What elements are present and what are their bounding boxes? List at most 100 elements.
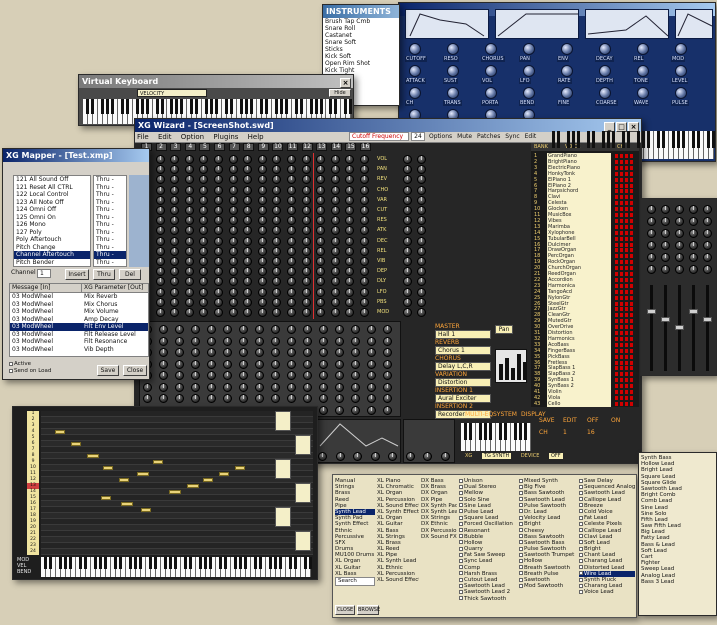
browser-item-checkbox[interactable]: [459, 534, 463, 539]
channel-knob[interactable]: [272, 226, 282, 236]
mixer-knob[interactable]: [661, 265, 670, 274]
channel-knob[interactable]: [257, 185, 267, 195]
effect-knob[interactable]: [335, 371, 344, 380]
mixer-knob[interactable]: [647, 205, 656, 214]
browser-item-checkbox[interactable]: [519, 503, 523, 508]
channel-knob[interactable]: [184, 155, 194, 164]
mixer-knob[interactable]: [689, 205, 698, 214]
mixer-knob[interactable]: [675, 229, 684, 238]
channel-knob[interactable]: [170, 185, 180, 195]
effect-knob[interactable]: [223, 336, 232, 346]
instrument-list-item[interactable]: Kick Soft: [323, 53, 399, 60]
channel-knob[interactable]: [170, 216, 180, 226]
effect-knob[interactable]: [319, 405, 328, 415]
channel-number[interactable]: 12: [301, 143, 313, 151]
channel-knob[interactable]: [257, 195, 267, 205]
effect-knob[interactable]: [143, 382, 152, 392]
mixer-fader[interactable]: [675, 325, 684, 330]
midi-note[interactable]: [219, 472, 229, 476]
channel-knob[interactable]: [345, 236, 355, 246]
browser-item-checkbox[interactable]: [519, 490, 523, 495]
browser-item-checkbox[interactable]: [459, 546, 463, 551]
channel-knob[interactable]: [287, 297, 296, 307]
master-knob[interactable]: [403, 236, 412, 246]
channel-knob[interactable]: [155, 267, 165, 277]
message-list-item[interactable]: Channel Aftertouch: [14, 251, 90, 259]
synth-knob[interactable]: [637, 65, 649, 77]
mapping-side-item[interactable]: Thru -: [94, 214, 126, 222]
envelope-knob[interactable]: [370, 452, 380, 461]
mixer-knob[interactable]: [647, 241, 656, 250]
channel-knob[interactable]: [228, 236, 238, 246]
channel-knob[interactable]: [199, 206, 209, 215]
mixer-knob[interactable]: [661, 241, 670, 250]
channel-knob[interactable]: [360, 246, 369, 256]
channel-knob[interactable]: [170, 267, 180, 277]
options-link[interactable]: Options: [429, 133, 452, 140]
channel-knob[interactable]: [214, 297, 223, 307]
control-label[interactable]: 16: [587, 429, 595, 436]
channel-knob[interactable]: [360, 297, 369, 307]
browser-item-checkbox[interactable]: [579, 490, 583, 495]
master-knob[interactable]: [403, 175, 412, 185]
channel-knob[interactable]: [214, 267, 223, 277]
channel-knob[interactable]: [199, 297, 209, 307]
pan-field[interactable]: Pan: [495, 325, 513, 334]
synth-knob[interactable]: [599, 65, 611, 77]
channel-knob[interactable]: [330, 175, 340, 185]
effect-knob[interactable]: [271, 382, 280, 392]
midi-note[interactable]: [235, 466, 245, 470]
channel-knob[interactable]: [155, 287, 165, 297]
channel-knob[interactable]: [272, 175, 282, 185]
instrument-list-item[interactable]: Castanet: [323, 32, 399, 39]
effect-knob[interactable]: [351, 394, 360, 403]
channel-knob[interactable]: [257, 277, 267, 287]
synth-knob[interactable]: [675, 87, 687, 99]
synth-knob[interactable]: [675, 65, 687, 77]
channel-knob[interactable]: [257, 236, 267, 246]
mapping-side-item[interactable]: Thru -: [94, 206, 126, 214]
mapping-grid-row[interactable]: 03 ModWheel Filt Release Level: [10, 331, 148, 339]
track-label[interactable]: 24: [27, 549, 39, 555]
channel-knob[interactable]: [360, 236, 369, 246]
mapping-grid-row[interactable]: 03 ModWheel Mix Chorus: [10, 301, 148, 309]
channel-knob[interactable]: [316, 175, 326, 185]
effect-knob[interactable]: [287, 325, 296, 334]
effect-knob[interactable]: [191, 348, 200, 357]
browser-voice-list-1[interactable]: Unison Dual Stereo Mellow Solo Sine Sine Lea…: [459, 478, 517, 602]
channel-number[interactable]: 9: [257, 143, 269, 151]
channel-knob[interactable]: [184, 246, 194, 256]
browser-item-checkbox[interactable]: [579, 515, 583, 520]
master-knob[interactable]: [417, 206, 426, 215]
mapping-grid-row[interactable]: 03 ModWheel Filt Env Level: [10, 323, 148, 331]
mapping-side-item[interactable]: Thru -: [94, 191, 126, 199]
channel-knob[interactable]: [199, 195, 209, 205]
channel-knob[interactable]: [155, 226, 165, 236]
channel-knob[interactable]: [155, 155, 165, 164]
synth-knob[interactable]: [485, 65, 497, 77]
effect-knob[interactable]: [351, 325, 360, 334]
effect-knob[interactable]: [383, 348, 392, 357]
effect-knob[interactable]: [223, 348, 232, 357]
synth-knob[interactable]: [409, 43, 421, 55]
channel-knob[interactable]: [228, 195, 238, 205]
channel-knob[interactable]: [243, 297, 253, 307]
mixer-knob[interactable]: [661, 229, 670, 238]
channel-knob[interactable]: [184, 195, 194, 205]
browser-item-checkbox[interactable]: [579, 577, 583, 582]
synth-knob[interactable]: [599, 87, 611, 99]
channel-knob[interactable]: [184, 216, 194, 226]
midi-note[interactable]: [87, 454, 99, 458]
channel-knob[interactable]: [243, 185, 253, 195]
channel-knob[interactable]: [301, 236, 311, 246]
channel-knob[interactable]: [155, 206, 165, 215]
voice-list[interactable]: BANK VOICE CH 1GrandPiano2BrightPiano3El…: [531, 143, 639, 407]
channel-knob[interactable]: [243, 277, 253, 287]
message-list-item[interactable]: 121 Reset All CTRL: [14, 184, 90, 192]
channel-knob[interactable]: [330, 206, 340, 215]
mapping-side-item[interactable]: Thru -: [94, 184, 126, 192]
envelope-knob[interactable]: [405, 452, 415, 461]
effect-knob[interactable]: [207, 371, 216, 380]
channel-knob[interactable]: [184, 206, 194, 215]
effect-knob[interactable]: [351, 348, 360, 357]
